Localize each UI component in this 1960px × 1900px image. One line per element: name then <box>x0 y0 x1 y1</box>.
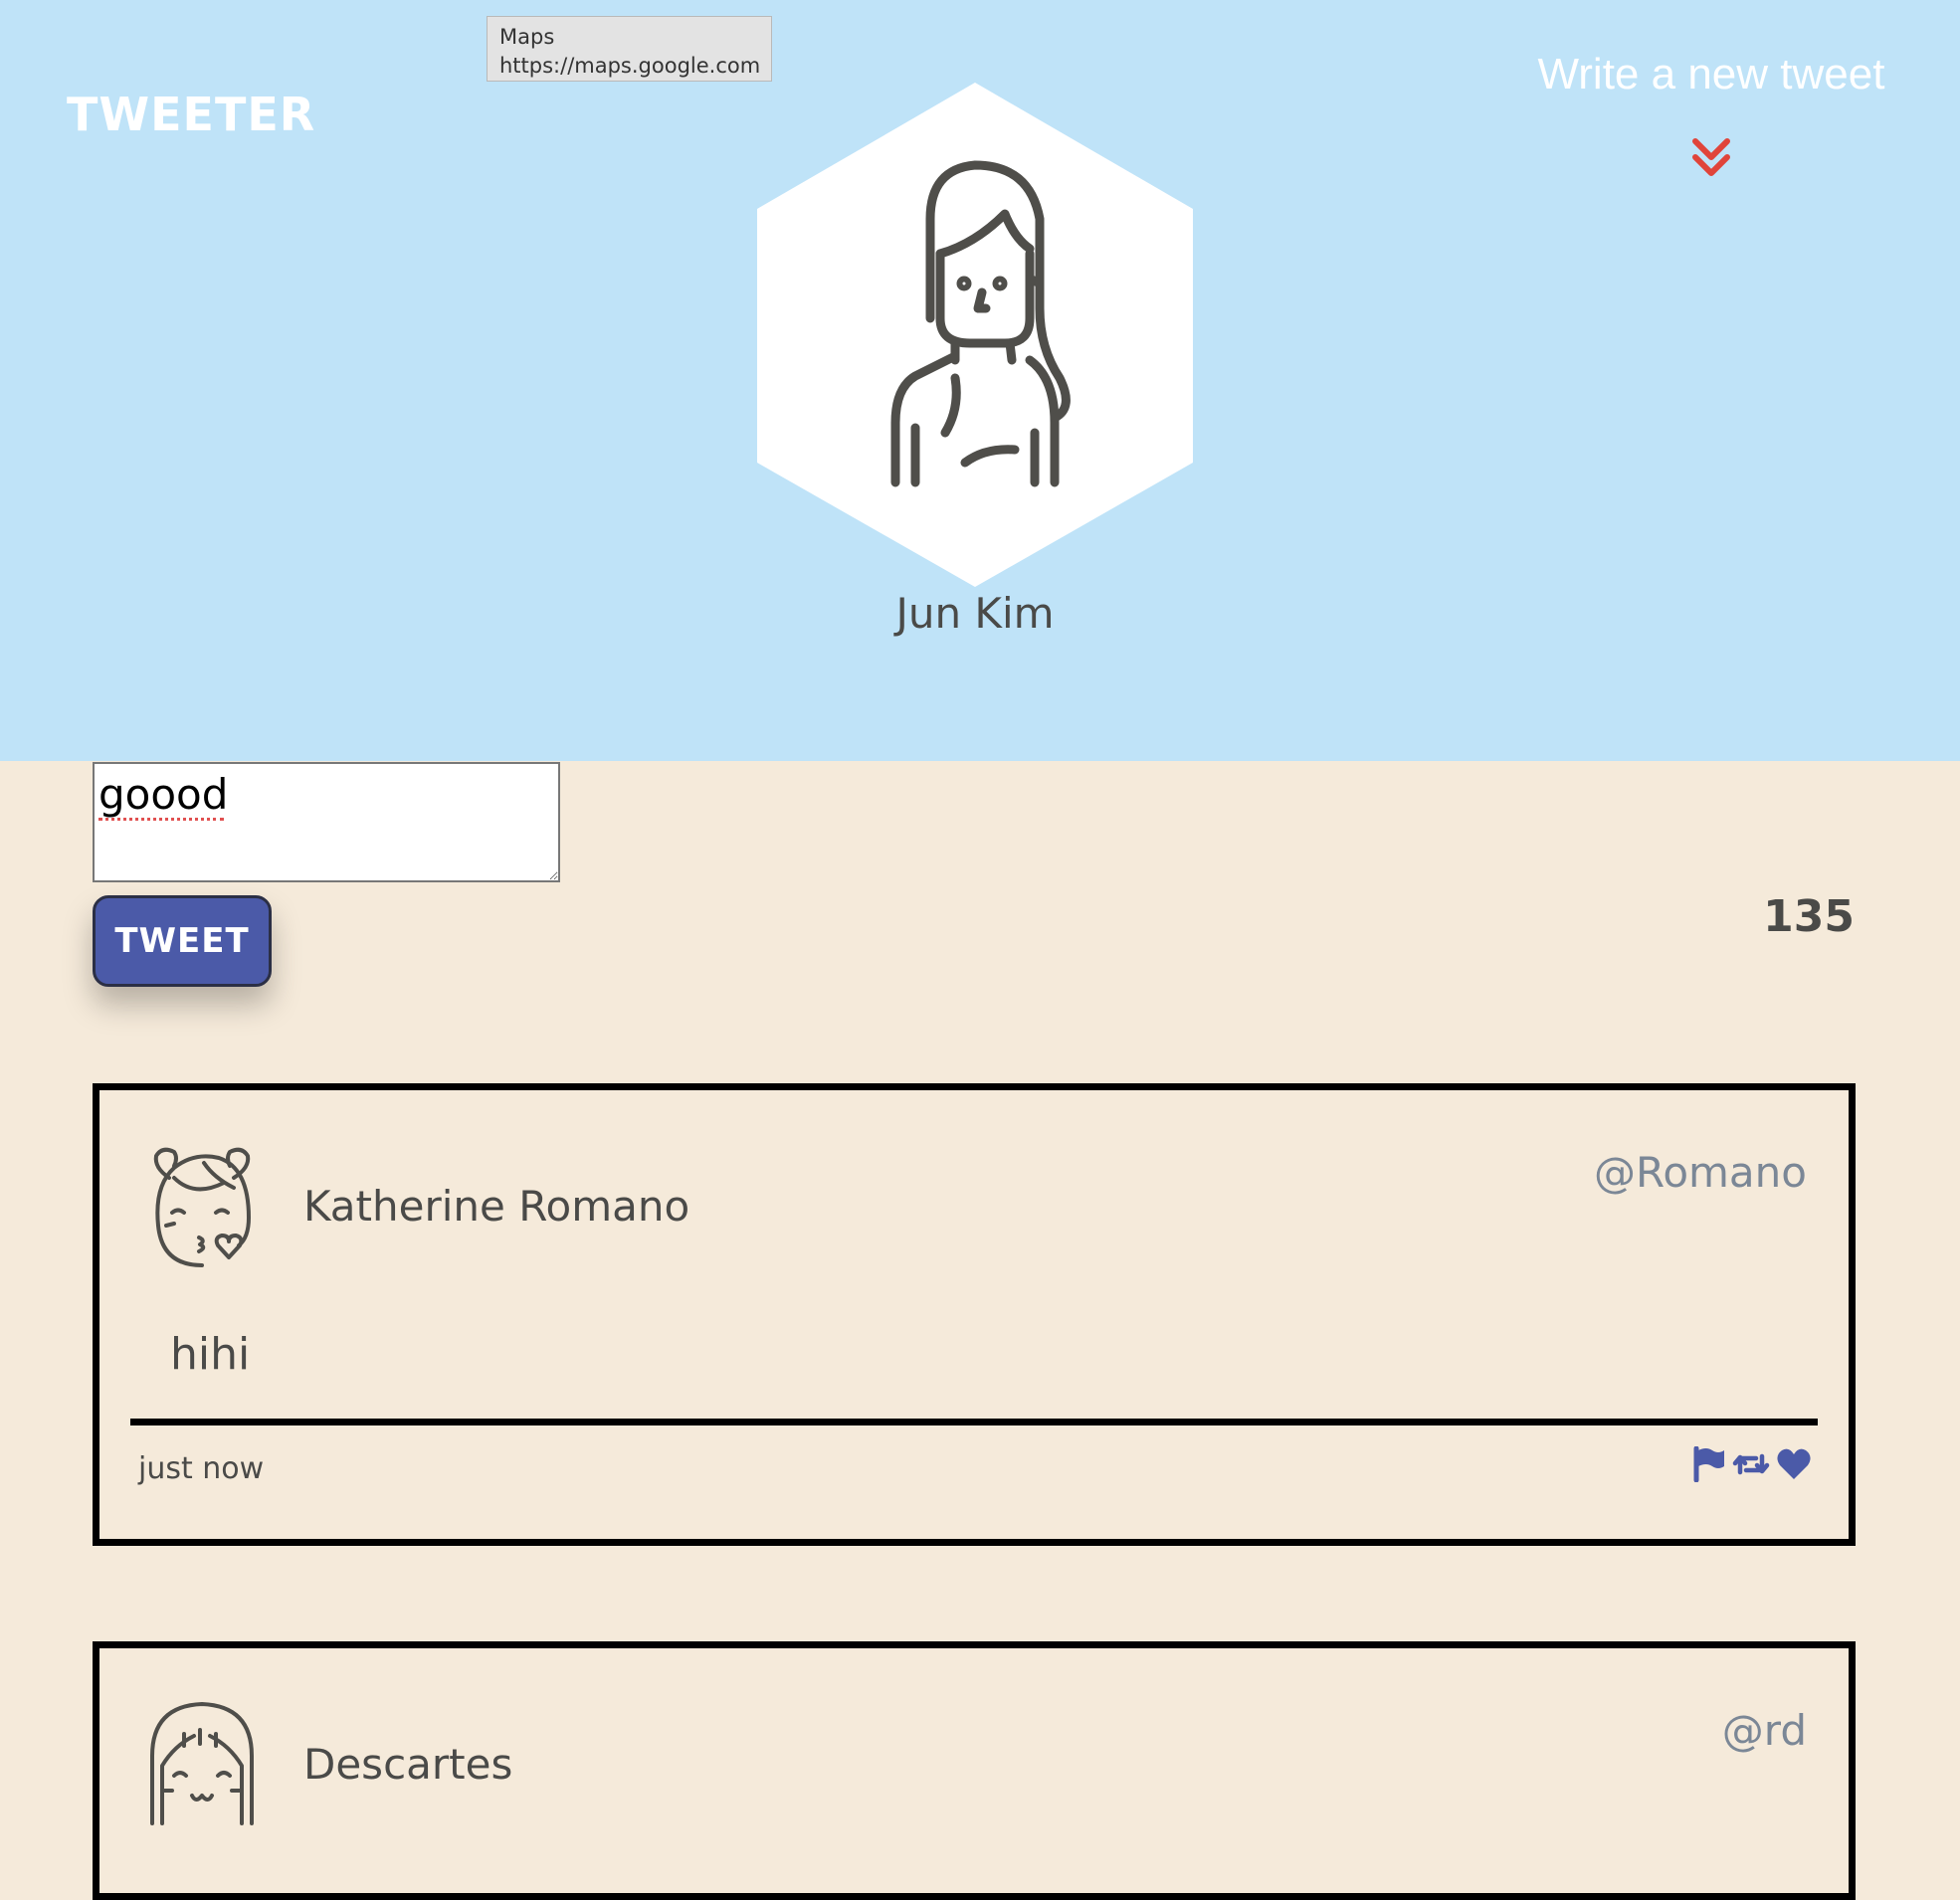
tweet-card: Descartes @rd <box>93 1641 1856 1900</box>
tweet-author-name: Katherine Romano <box>303 1182 690 1231</box>
retweet-icon[interactable] <box>1732 1446 1770 1486</box>
spellcheck-underline <box>98 818 224 821</box>
tweet-submit-button[interactable]: TWEET <box>93 895 272 987</box>
flag-icon[interactable] <box>1692 1445 1726 1486</box>
tweet-divider <box>130 1419 1818 1425</box>
tweet-author-handle: @rd <box>1721 1706 1807 1755</box>
smiling-girl-icon <box>150 1702 254 1825</box>
profile-name: Jun Kim <box>895 589 1055 638</box>
brand-logo[interactable]: TWEETER <box>67 88 315 141</box>
profile-header: TWEETER Write a new tweet Jun Kim <box>0 0 1960 761</box>
char-counter: 135 <box>1763 891 1855 942</box>
tooltip-url: https://maps.google.com <box>499 54 761 78</box>
tweet-author-name: Descartes <box>303 1740 513 1789</box>
write-new-tweet-label[interactable]: Write a new tweet <box>1512 50 1910 99</box>
tweet-card: Katherine Romano @Romano hihi just now <box>93 1083 1856 1546</box>
double-chevron-down-icon[interactable] <box>1689 135 1733 179</box>
tweet-author-handle: @Romano <box>1594 1148 1807 1197</box>
profile-avatar <box>757 83 1193 587</box>
browser-tooltip: Maps https://maps.google.com <box>487 16 772 82</box>
tweet-compose-input[interactable]: goood <box>93 762 560 882</box>
kissing-face-icon <box>153 1147 251 1267</box>
write-new-tweet-toggle[interactable]: Write a new tweet <box>1512 50 1910 189</box>
tweet-content: hihi <box>170 1329 251 1380</box>
tweet-actions <box>1692 1445 1812 1486</box>
heart-icon[interactable] <box>1776 1446 1812 1486</box>
tooltip-title: Maps <box>499 25 555 49</box>
tweet-timestamp: just now <box>138 1451 265 1486</box>
